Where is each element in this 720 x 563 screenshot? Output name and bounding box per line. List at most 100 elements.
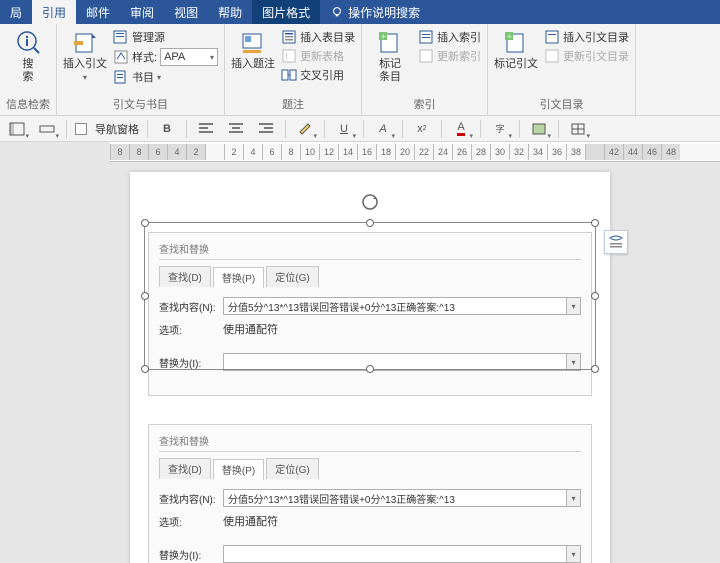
ruler-tick: 14	[338, 144, 357, 160]
ruler-tick: 32	[509, 144, 528, 160]
separator	[66, 120, 67, 138]
ruler-tick: 4	[243, 144, 262, 160]
chevron-down-icon: ▾	[566, 298, 580, 314]
dialog-tabs: 查找(D) 替换(P) 定位(G)	[159, 458, 581, 479]
smart-lookup-button[interactable]: 搜 索	[6, 26, 50, 83]
insert-caption-label: 插入题注	[231, 58, 275, 71]
find-label: 查找内容(N):	[159, 491, 217, 506]
tab-references[interactable]: 引用	[32, 0, 76, 24]
group-citations: 插入引文 ▾ 管理源 样式: APA▾ 书目 ▾ 引文与书目	[57, 24, 225, 115]
chevron-down-icon: ▾	[566, 546, 580, 562]
layout-button[interactable]	[6, 119, 28, 139]
tab-tell-me[interactable]: 操作说明搜索	[320, 0, 430, 24]
borders-button[interactable]	[567, 119, 589, 139]
tab-review[interactable]: 审阅	[120, 0, 164, 24]
horizontal-ruler[interactable]: 8864224681012141618202224262830323436384…	[110, 142, 720, 162]
dialog-title: 查找和替换	[159, 433, 581, 452]
lightbulb-icon	[330, 5, 344, 19]
group-research: 搜 索 信息检索	[0, 24, 57, 115]
superscript-button[interactable]: x2	[411, 119, 433, 139]
caption-icon	[240, 31, 266, 55]
underline-button[interactable]: U	[333, 119, 355, 139]
group-captions: 插入题注 插入表目录 !更新表格 交叉引用 题注	[225, 24, 362, 115]
manage-sources-button[interactable]: 管理源	[113, 29, 218, 45]
mark-entry-button[interactable]: + 标记 条目	[368, 26, 412, 83]
embedded-dialog-image[interactable]: 查找和替换 查找(D) 替换(P) 定位(G) 查找内容(N): 分值5分^13*…	[148, 424, 592, 563]
cross-reference-button[interactable]: 交叉引用	[281, 67, 355, 83]
ruler-button[interactable]	[36, 119, 58, 139]
font-button[interactable]: A	[372, 119, 394, 139]
search-info-icon	[14, 30, 42, 56]
dialog-tab-replace: 替换(P)	[213, 459, 264, 480]
dialog-tab-goto: 定位(G)	[266, 458, 318, 479]
align-right-button[interactable]	[255, 119, 277, 139]
mark-citation-label: 标记引文	[494, 58, 538, 71]
ruler-tick: 10	[300, 144, 319, 160]
highlight-button[interactable]	[294, 119, 316, 139]
update-index-button[interactable]: 更新索引	[418, 48, 481, 64]
insert-tof-button[interactable]: 插入表目录	[281, 29, 355, 45]
citation-style-row: 样式: APA▾	[113, 48, 218, 66]
separator	[441, 120, 442, 138]
ruler-tick: 20	[395, 144, 414, 160]
ruler-tick: 16	[357, 144, 376, 160]
insert-caption-button[interactable]: 插入题注	[231, 26, 275, 71]
group-index-label: 索引	[368, 94, 481, 115]
font-color-button[interactable]: A	[450, 119, 472, 139]
tab-mailings[interactable]: 邮件	[76, 0, 120, 24]
find-value: 分值5分^13*^13错误回答错误+0分^13正确答案:^13	[228, 299, 455, 314]
ruler-tick	[585, 144, 604, 160]
bibliography-button[interactable]: 书目 ▾	[113, 69, 218, 85]
layout-options-button[interactable]	[604, 230, 628, 254]
tab-picture-format[interactable]: 图片格式	[252, 0, 320, 24]
formatting-bar: 导航窗格 B U A x2 A 字	[0, 116, 720, 142]
find-input: 分值5分^13*^13错误回答错误+0分^13正确答案:^13▾	[223, 489, 581, 507]
chevron-down-icon: ▾	[83, 73, 87, 82]
group-toa: + 标记引文 插入引文目录 更新引文目录 引文目录	[488, 24, 636, 115]
tab-view[interactable]: 视图	[164, 0, 208, 24]
mark-citation-icon: +	[503, 31, 529, 55]
align-left-button[interactable]	[195, 119, 217, 139]
chevron-down-icon: ▾	[210, 53, 214, 62]
insert-toa-button[interactable]: 插入引文目录	[544, 29, 629, 45]
ruler-tick: 48	[661, 144, 680, 160]
layout-icon	[9, 122, 25, 136]
separator	[558, 120, 559, 138]
dialog-tabs: 查找(D) 替换(P) 定位(G)	[159, 266, 581, 287]
shading-icon	[532, 123, 546, 135]
update-toa-label: 更新引文目录	[563, 48, 629, 64]
nav-pane-label: 导航窗格	[95, 121, 139, 137]
document-canvas[interactable]: 查找和替换 查找(D) 替换(P) 定位(G) 查找内容(N): 分值5分^13*…	[0, 162, 720, 563]
dialog-tab-find: 查找(D)	[159, 458, 211, 479]
tab-bar: 局 引用 邮件 审阅 视图 帮助 图片格式 操作说明搜索	[0, 0, 720, 24]
insert-citation-label: 插入引文	[63, 58, 107, 70]
update-index-label: 更新索引	[437, 48, 481, 64]
separator	[519, 120, 520, 138]
update-icon: !	[281, 48, 297, 64]
options-label: 选项:	[159, 322, 217, 337]
insert-citation-button[interactable]: 插入引文 ▾	[63, 26, 107, 83]
group-citations-label: 引文与书目	[63, 94, 218, 115]
separator	[480, 120, 481, 138]
separator	[186, 120, 187, 138]
tab-layout[interactable]: 局	[0, 0, 32, 24]
citation-style-select[interactable]: APA▾	[160, 48, 218, 66]
tell-me-label: 操作说明搜索	[348, 4, 420, 21]
separator	[324, 120, 325, 138]
align-center-button[interactable]	[225, 119, 247, 139]
phonetic-button[interactable]: 字	[489, 119, 511, 139]
embedded-dialog-image[interactable]: 查找和替换 查找(D) 替换(P) 定位(G) 查找内容(N):分值5分^13*…	[148, 232, 592, 396]
insert-index-button[interactable]: 插入索引	[418, 29, 481, 45]
replace-label: 替换为(I):	[159, 547, 217, 562]
tab-help[interactable]: 帮助	[208, 0, 252, 24]
ruler-tick: 8	[110, 144, 129, 160]
nav-pane-checkbox[interactable]	[75, 123, 87, 135]
sources-icon	[113, 29, 129, 45]
update-toa-button[interactable]: 更新引文目录	[544, 48, 629, 64]
bold-button[interactable]: B	[156, 119, 178, 139]
update-table-button[interactable]: !更新表格	[281, 48, 355, 64]
mark-citation-button[interactable]: + 标记引文	[494, 26, 538, 71]
style-icon	[113, 49, 129, 65]
ruler-tick: 36	[547, 144, 566, 160]
shading-button[interactable]	[528, 119, 550, 139]
